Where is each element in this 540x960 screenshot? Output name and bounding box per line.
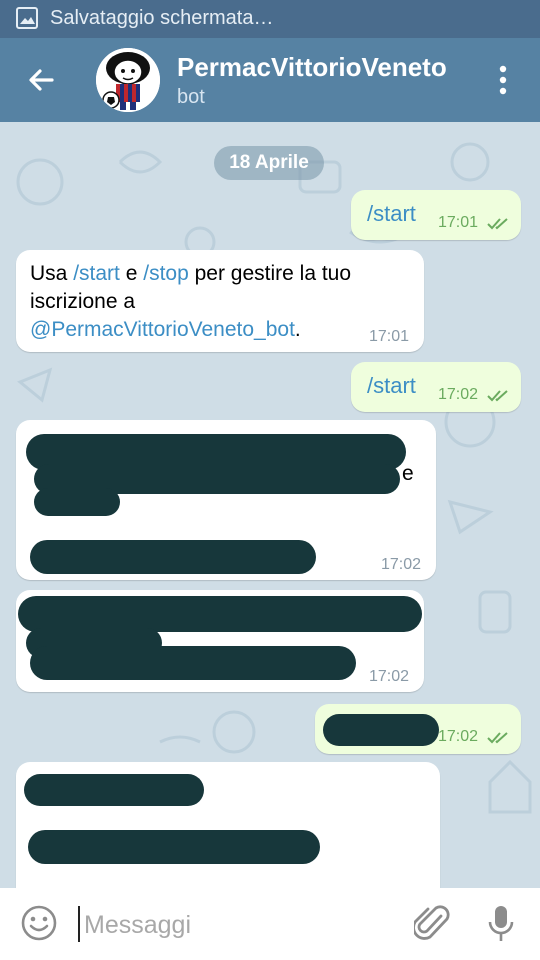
incoming-message[interactable]: Usa /start e /stop per gestire la tuo is… <box>16 250 424 352</box>
message-time: 17:02 <box>438 386 479 403</box>
more-vertical-icon[interactable] <box>488 58 518 102</box>
message-time: 17:01 <box>438 214 479 231</box>
text-fragment: per gestire la tuo <box>188 262 352 285</box>
text-fragment: Usa <box>30 262 74 285</box>
incoming-message[interactable]: 17:02 <box>16 590 424 692</box>
redaction-block <box>24 774 204 806</box>
message-time: 17:02 <box>369 668 410 685</box>
text-fragment: iscrizione a <box>30 290 136 313</box>
command-link-start[interactable]: /start <box>73 262 120 285</box>
status-bar: Salvataggio schermata… <box>0 0 540 38</box>
redaction-block <box>30 540 316 574</box>
date-separator: 18 Aprile <box>214 146 324 180</box>
message-text[interactable]: /start <box>367 372 416 400</box>
outgoing-message[interactable]: /start 17:02 <box>351 362 521 412</box>
text-fragment: . <box>294 318 301 341</box>
text-cursor <box>78 906 80 942</box>
read-checks-icon <box>487 390 508 402</box>
read-checks-icon <box>487 218 508 230</box>
back-arrow-icon[interactable] <box>20 58 64 102</box>
message-text[interactable]: /start <box>367 200 416 228</box>
text-fragment: e <box>119 262 144 285</box>
outgoing-message[interactable]: /start 17:01 <box>351 190 521 240</box>
redaction-block <box>34 488 120 516</box>
message-composer <box>0 888 540 960</box>
redaction-block <box>323 714 439 746</box>
message-time: 17:01 <box>369 328 410 345</box>
mascot-avatar-image <box>96 48 160 112</box>
message-time: 17:02 <box>438 728 479 745</box>
redaction-block <box>28 830 320 864</box>
message-time: 17:02 <box>381 556 422 573</box>
microphone-icon[interactable] <box>486 902 516 946</box>
incoming-message[interactable] <box>16 762 440 888</box>
chat-title[interactable]: PermacVittorioVeneto <box>177 52 447 83</box>
bot-username-link[interactable]: @PermacVittorioVeneto_bot <box>30 318 295 341</box>
read-checks-icon <box>487 732 508 744</box>
emoji-icon[interactable] <box>20 904 58 942</box>
paperclip-icon[interactable] <box>414 904 450 944</box>
screenshot-icon <box>16 7 38 29</box>
message-text[interactable]: Usa /start e /stop per gestire la tuo is… <box>30 260 420 344</box>
redaction-block <box>18 596 422 632</box>
chat-area[interactable]: 18 Aprile /start 17:01 Usa /start e /sto… <box>0 122 540 888</box>
incoming-message[interactable]: e 17:02 <box>16 420 436 580</box>
status-notification-text: Salvataggio schermata… <box>50 7 274 29</box>
chat-subtitle: bot <box>177 86 205 108</box>
outgoing-message[interactable]: 17:02 <box>315 704 521 754</box>
command-link-stop[interactable]: /stop <box>143 262 189 285</box>
redaction-block <box>30 646 356 680</box>
visible-text-fragment: e <box>402 462 414 485</box>
chat-header: PermacVittorioVeneto bot <box>0 38 540 122</box>
avatar[interactable] <box>96 48 160 112</box>
message-input[interactable] <box>82 902 386 948</box>
